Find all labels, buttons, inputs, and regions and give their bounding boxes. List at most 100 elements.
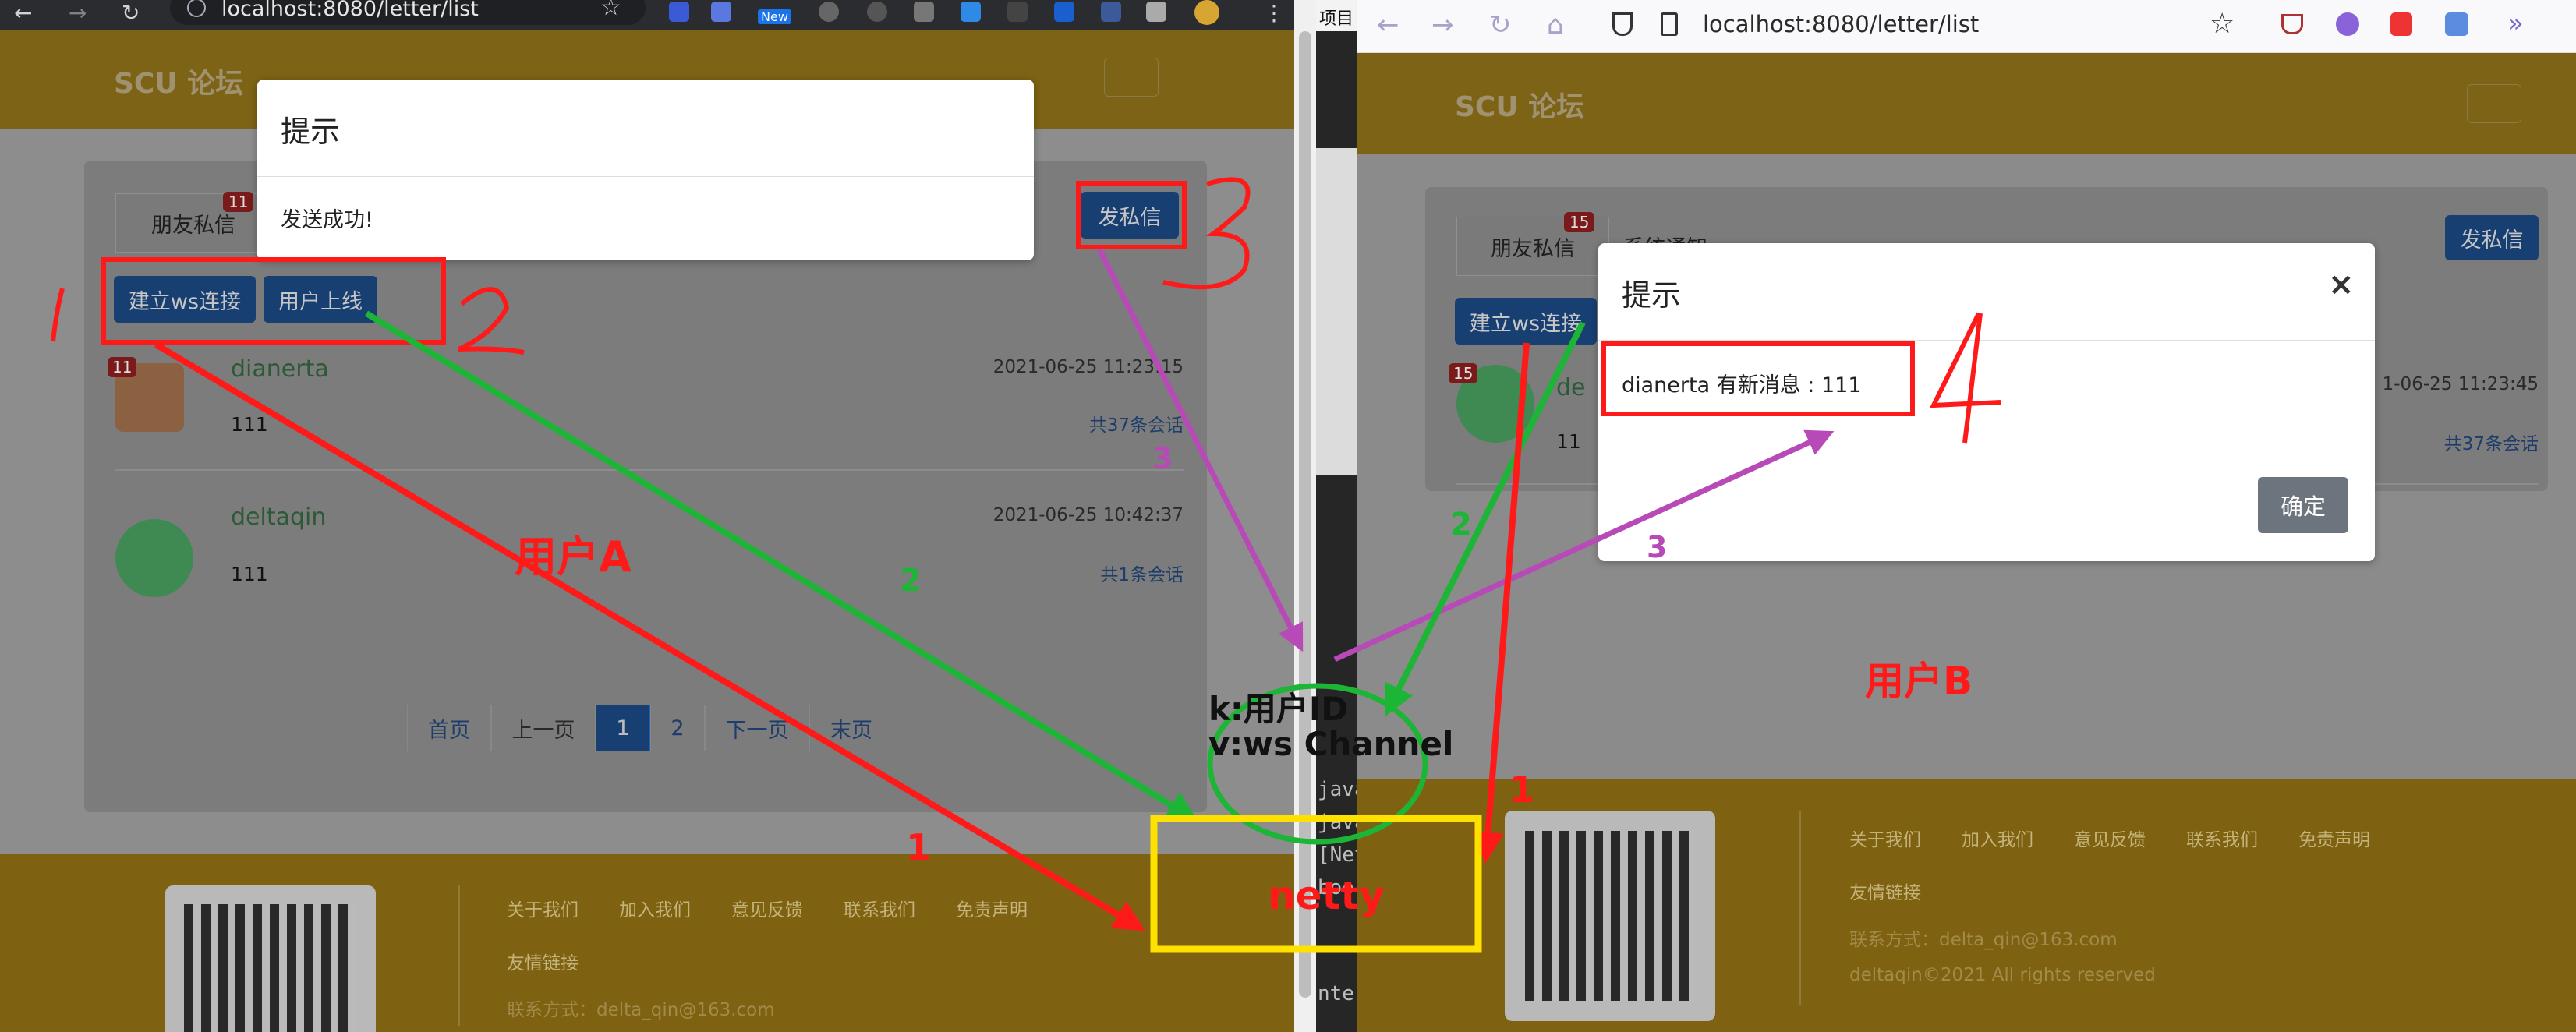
menu-dots-icon[interactable]: ⋮ [1263, 0, 1285, 26]
modal-ok-button[interactable]: 确定 [2258, 477, 2348, 533]
terminal-panel-light [1316, 148, 1357, 475]
right-copyright: deltaqin©2021 All rights reserved [1849, 965, 2156, 985]
page-next[interactable]: 下一页 [705, 705, 809, 751]
annotation-user-a: 用户A [515, 532, 632, 581]
footer-link[interactable]: 加入我们 [1962, 825, 2033, 851]
right-ws-connect-button[interactable]: 建立ws连接 [1455, 298, 1597, 345]
star-icon[interactable]: ☆ [2210, 8, 2235, 40]
scrollbar-thumb[interactable] [1299, 31, 1311, 998]
pagination: 首页 上一页 1 2 下一页 末页 [407, 705, 893, 756]
letter-sender[interactable]: deltaqin [231, 504, 326, 531]
extension-icon[interactable] [669, 2, 689, 22]
extension-icon[interactable] [867, 2, 887, 22]
right-url-text[interactable]: localhost:8080/letter/list [1703, 11, 1979, 37]
forward-icon[interactable]: → [69, 0, 87, 26]
annotation-k-label: k:用户ID [1208, 690, 1349, 728]
left-modal-body: 发送成功! [281, 208, 373, 232]
annotation-box-message [1601, 341, 1915, 416]
right-hamburger-icon[interactable] [2467, 84, 2521, 123]
terminal-line: [Net [1318, 843, 1357, 867]
bookmarks-text: 项目 [1319, 9, 1354, 29]
footer-link[interactable]: 联系我们 [844, 895, 915, 921]
terminal-line: java [1318, 811, 1357, 834]
right-send-letter-button[interactable]: 发私信 [2445, 215, 2539, 260]
qr-code-pattern [184, 904, 356, 1032]
star-icon[interactable]: ☆ [600, 0, 621, 21]
extension-icon[interactable] [1101, 2, 1121, 22]
annotation-arrow-1-right-label: 1 [1509, 769, 1535, 811]
left-brand[interactable]: SCU 论坛 [114, 61, 243, 101]
footer-divider [1799, 811, 1801, 1005]
home-icon[interactable]: ⌂ [1547, 9, 1564, 41]
letter-count-link[interactable]: 共37条会话 [2444, 429, 2539, 455]
annotation-arrow-2-label: 2 [900, 563, 922, 599]
footer-link[interactable]: 加入我们 [619, 895, 691, 921]
back-icon[interactable]: ← [14, 0, 32, 26]
annotation-arrow-3-right-label: 3 [1647, 530, 1668, 564]
page-1[interactable]: 1 [596, 705, 650, 751]
footer-link[interactable]: 关于我们 [1849, 825, 1921, 851]
page-last-label: 末页 [830, 718, 872, 743]
extension-icon[interactable] [961, 2, 981, 22]
shield-icon[interactable] [1612, 12, 1633, 36]
extension-icon[interactable] [2445, 12, 2468, 36]
left-friend-link[interactable]: 友情链接 [507, 948, 579, 974]
extension-icon[interactable] [1007, 2, 1028, 22]
puzzle-icon[interactable] [1146, 2, 1166, 22]
right-brand[interactable]: SCU 论坛 [1455, 84, 1584, 125]
left-browser-window: ← → ↻ localhost:8080/letter/list ☆ New ⋮… [0, 0, 1294, 1032]
qr-code-image [165, 885, 376, 1032]
extension-icon[interactable] [1054, 2, 1074, 22]
right-ws-connect-label: 建立ws连接 [1469, 311, 1583, 336]
qr-code-pattern [1525, 831, 1695, 1001]
page-1-label: 1 [616, 716, 630, 740]
right-friend-link[interactable]: 友情链接 [1849, 878, 1921, 904]
left-hamburger-icon[interactable] [1104, 58, 1159, 97]
forward-icon[interactable]: → [1431, 9, 1454, 41]
back-icon[interactable]: ← [1377, 9, 1399, 41]
page-icon [1661, 12, 1678, 36]
list-item[interactable]: 11 dianerta 2021-06-25 11:23:15 111 共37条… [108, 340, 1184, 480]
info-icon[interactable] [187, 0, 206, 17]
left-url-text: localhost:8080/letter/list [221, 0, 479, 21]
reload-icon[interactable]: ↻ [122, 0, 140, 26]
pocket-icon[interactable] [2281, 14, 2303, 34]
page-first-label: 首页 [428, 718, 470, 743]
letter-sender[interactable]: de [1556, 374, 1586, 401]
list-item[interactable]: deltaqin 2021-06-25 10:42:37 111 共1条会话 [108, 504, 1184, 628]
left-tab-friend-badge: 11 [223, 192, 254, 212]
extension-icon[interactable] [819, 2, 839, 22]
letter-count-link[interactable]: 共1条会话 [1100, 560, 1184, 586]
page-last[interactable]: 末页 [809, 705, 893, 751]
left-address-bar[interactable]: localhost:8080/letter/list ☆ [170, 0, 646, 25]
footer-link[interactable]: 免责声明 [956, 895, 1028, 921]
right-contact: 联系方式：delta_qin@163.com [1849, 930, 2118, 950]
reload-icon[interactable]: ↻ [1489, 9, 1512, 41]
page-2[interactable]: 2 [650, 705, 705, 751]
extension-icon[interactable] [2390, 12, 2412, 36]
page-prev[interactable]: 上一页 [491, 705, 596, 751]
footer-link[interactable]: 联系我们 [2186, 825, 2258, 851]
footer-link[interactable]: 免责声明 [2298, 825, 2370, 851]
footer-link[interactable]: 意见反馈 [2074, 825, 2146, 851]
letter-content: 111 [231, 413, 268, 436]
footer-link[interactable]: 意见反馈 [731, 895, 803, 921]
letter-count-link[interactable]: 共37条会话 [1089, 410, 1184, 436]
footer-link[interactable]: 关于我们 [507, 895, 579, 921]
avatar[interactable] [2336, 12, 2359, 36]
page-2-label: 2 [671, 716, 685, 740]
annotation-box-send [1076, 181, 1187, 249]
annotation-v-label: v:ws Channel [1208, 725, 1454, 763]
right-site-header: SCU 论坛 [1357, 53, 2576, 154]
right-modal-title: 提示 [1622, 278, 1682, 313]
right-footer: 关于我们 加入我们 意见反馈 联系我们 免责声明 友情链接 联系方式：delta… [1357, 779, 2576, 1032]
terminal-line: java [1318, 778, 1357, 801]
avatar[interactable] [1194, 0, 1219, 25]
letter-sender[interactable]: dianerta [231, 355, 329, 383]
close-icon[interactable]: × [2328, 267, 2355, 302]
overflow-chevron-icon[interactable]: » [2507, 8, 2524, 39]
letter-badge: 15 [1449, 363, 1478, 383]
page-first[interactable]: 首页 [407, 705, 491, 751]
extension-icon[interactable] [914, 2, 934, 22]
extension-icon[interactable] [711, 2, 731, 22]
